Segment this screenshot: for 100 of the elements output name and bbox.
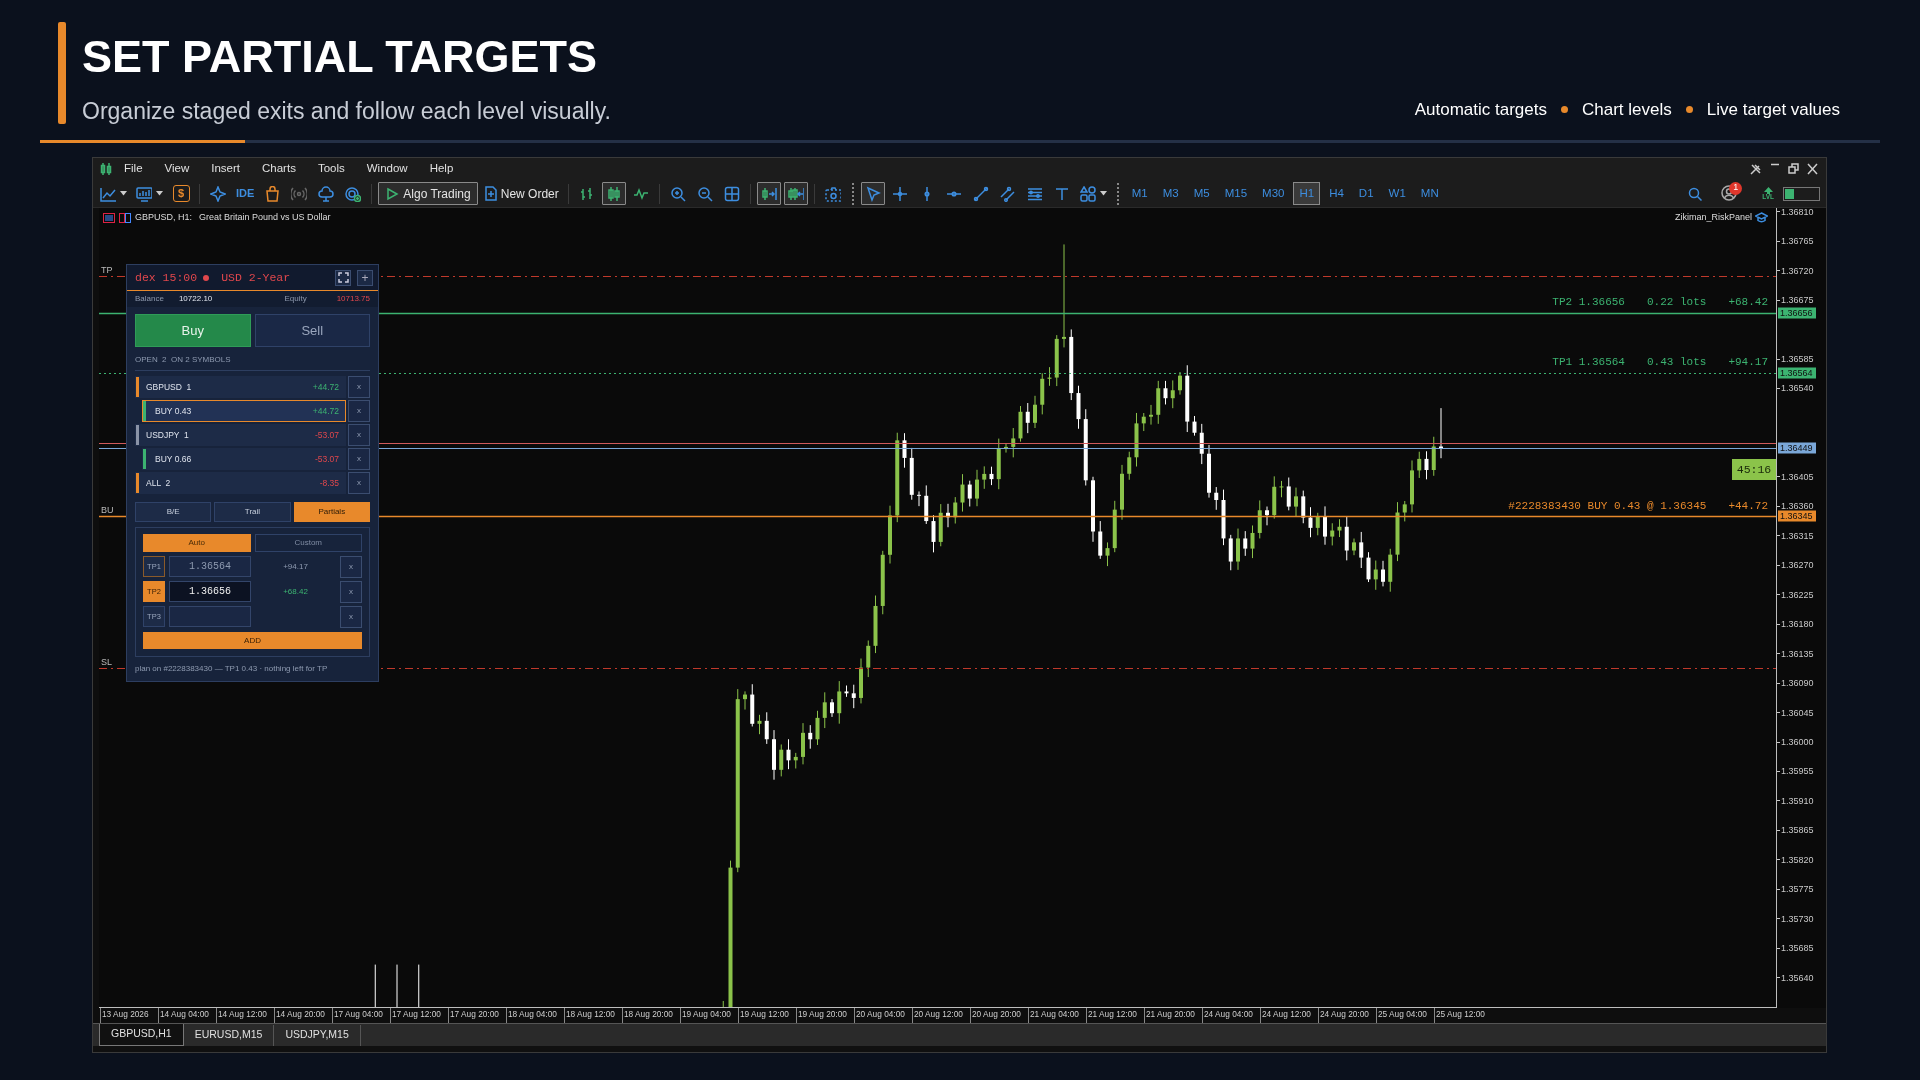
- add-button[interactable]: +: [357, 269, 373, 286]
- position-row[interactable]: BUY 0.66 -53.07: [142, 448, 346, 470]
- price-label: 1.36135: [1777, 648, 1814, 659]
- edge-label: SL: [101, 656, 112, 669]
- timeframe-button[interactable]: M30: [1256, 182, 1291, 205]
- level-label: 0.43 lots: [1646, 355, 1707, 371]
- price-tag: 1.36656: [1778, 307, 1816, 318]
- remove-button[interactable]: x: [348, 376, 370, 398]
- chart-description: Great Britain Pound vs US Dollar: [199, 211, 331, 224]
- price-label: 1.36360: [1777, 501, 1814, 512]
- edge-label: TP: [101, 264, 113, 277]
- price-label: 1.35910: [1777, 795, 1814, 806]
- remove-button[interactable]: x: [340, 555, 362, 578]
- feature-label: Chart levels: [1582, 98, 1672, 121]
- price-label: 1.35685: [1777, 943, 1814, 954]
- price-field[interactable]: 1.36656: [169, 581, 251, 602]
- level-label: +68.42: [1728, 295, 1768, 310]
- price-label: 1.36720: [1777, 265, 1814, 276]
- page-title: SET PARTIAL TARGETS: [82, 33, 599, 79]
- remove-button[interactable]: x: [348, 400, 370, 422]
- price-label: 1.36225: [1777, 589, 1814, 600]
- price-label: 1.36270: [1777, 560, 1814, 571]
- tool-tab[interactable]: Trail: [214, 502, 291, 522]
- chart-tab[interactable]: EURUSD,M15: [183, 1025, 275, 1046]
- timer-label: 45:16: [1732, 459, 1776, 480]
- level-label: TP1 1.36564: [1552, 355, 1625, 371]
- side-button[interactable]: Buy: [135, 314, 251, 347]
- position-row[interactable]: BUY 0.43 +44.72: [142, 400, 346, 422]
- chart-symbol: GBPUSD, H1:: [135, 211, 192, 224]
- menu-item[interactable]: Window: [355, 160, 419, 178]
- price-label: 1.36180: [1777, 619, 1814, 630]
- price-label: 1.35955: [1777, 766, 1814, 777]
- menu-item[interactable]: Tools: [306, 160, 356, 178]
- add-target-button[interactable]: ADD: [143, 632, 362, 649]
- level-label: +94.17: [1728, 355, 1768, 371]
- price-label: 1.36000: [1777, 737, 1814, 747]
- price-label: 1.36810: [1777, 206, 1814, 217]
- mode-button[interactable]: Auto: [143, 534, 251, 552]
- tool-tab[interactable]: B/E: [135, 502, 212, 522]
- price-label: 1.36765: [1777, 236, 1814, 247]
- price-label: 1.36045: [1777, 707, 1814, 718]
- price-field[interactable]: 1.36564: [169, 556, 251, 577]
- positions-summary: OPEN 2 ON 2 SYMBOLS: [135, 347, 370, 371]
- timeframe-button[interactable]: H4: [1323, 182, 1350, 205]
- menu-item[interactable]: File: [113, 160, 154, 178]
- notification-badge: 1: [1729, 181, 1743, 195]
- remove-button[interactable]: x: [348, 424, 370, 446]
- price-tag: 1.36345: [1778, 510, 1816, 522]
- timeframe-button[interactable]: M3: [1156, 182, 1185, 205]
- chart-tab[interactable]: GBPUSD,H1: [99, 1024, 184, 1046]
- mode-button[interactable]: Custom: [254, 534, 362, 552]
- target-profit: +68.42: [282, 585, 309, 598]
- ticker-text: dex 15:00: [135, 269, 198, 286]
- menu-item[interactable]: Charts: [251, 160, 307, 178]
- timeframe-button[interactable]: M15: [1218, 182, 1254, 205]
- balance-label: Balance: [135, 293, 164, 305]
- price-label: 1.35775: [1777, 884, 1814, 895]
- side-button[interactable]: Sell: [254, 314, 370, 347]
- equity-label: Equity: [284, 293, 307, 305]
- remove-button[interactable]: x: [340, 605, 362, 628]
- algo-trading-button[interactable]: Algo Trading: [378, 182, 478, 205]
- equity-value: 10713.75: [336, 293, 370, 305]
- edge-label: BU: [101, 504, 114, 517]
- event-text: USD 2-Year: [221, 269, 291, 286]
- remove-button[interactable]: x: [340, 580, 362, 603]
- position-row[interactable]: USDJPY 1 -53.07: [135, 424, 346, 446]
- level-label: TP2 1.36656: [1552, 295, 1625, 310]
- ide-button[interactable]: IDE: [233, 182, 258, 205]
- price-tag: 1.36449: [1778, 442, 1816, 454]
- chart-tab[interactable]: USDJPY,M15: [274, 1025, 361, 1046]
- price-label: 1.35640: [1777, 972, 1814, 983]
- menu-item[interactable]: Insert: [200, 160, 251, 178]
- menu-item[interactable]: View: [153, 160, 201, 178]
- price-label: 1.36405: [1777, 471, 1814, 482]
- feature-label: Automatic targets: [1414, 98, 1547, 121]
- remove-button[interactable]: x: [348, 448, 370, 470]
- menu-item[interactable]: Help: [418, 160, 465, 178]
- notification-button[interactable]: 1: [1721, 184, 1744, 203]
- timeframe-button[interactable]: M5: [1187, 182, 1216, 205]
- tool-tab[interactable]: Partials: [293, 502, 370, 522]
- timeframe-button[interactable]: W1: [1382, 182, 1412, 205]
- timeframe-button[interactable]: D1: [1352, 182, 1380, 205]
- price-label: 1.36675: [1777, 295, 1814, 306]
- timeframe-button[interactable]: M1: [1125, 182, 1154, 205]
- price-label: 1.36540: [1777, 383, 1814, 394]
- price-label: 1.35820: [1777, 854, 1814, 865]
- indicator-name: Zikiman_RiskPanel: [1674, 211, 1752, 224]
- level-label: 0.22 lots: [1646, 295, 1707, 310]
- new-order-button[interactable]: New Order: [480, 182, 562, 205]
- position-row[interactable]: GBPUSD 1 +44.72: [135, 376, 346, 398]
- balance-value: 10722.10: [178, 293, 213, 305]
- timeframe-button[interactable]: H1: [1293, 182, 1321, 205]
- position-row[interactable]: ALL 2 -8.35: [135, 472, 346, 494]
- remove-button[interactable]: x: [348, 472, 370, 494]
- price-label: 1.35730: [1777, 913, 1814, 924]
- target-profit: +94.17: [282, 560, 309, 573]
- price-label: 1.36090: [1777, 678, 1814, 689]
- level-label: +44.72: [1728, 498, 1768, 514]
- timeframe-button[interactable]: MN: [1414, 182, 1445, 205]
- plan-note: plan on #2228383430 — TP1 0.43 · nothing left for TP: [134, 663, 329, 675]
